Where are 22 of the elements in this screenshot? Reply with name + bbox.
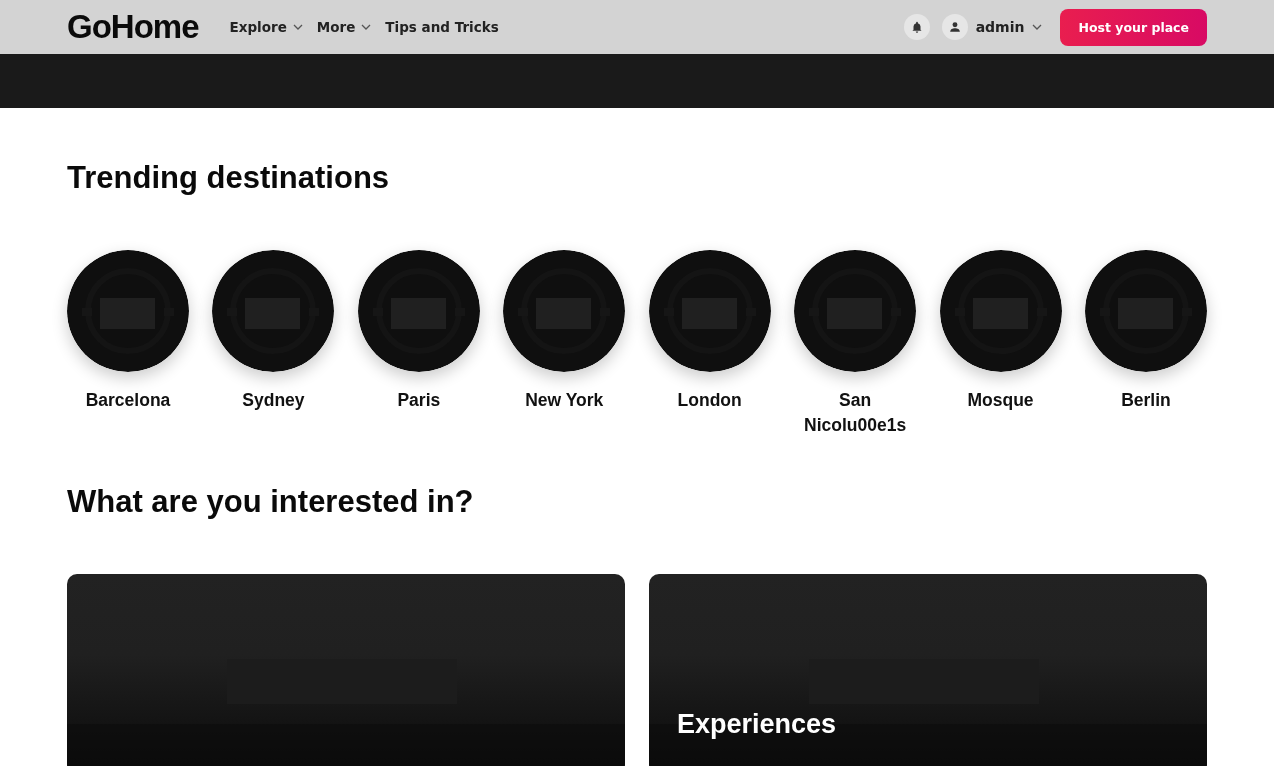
user-avatar-icon: [941, 14, 968, 40]
logo[interactable]: GoHome: [67, 8, 199, 46]
destination-name[interactable]: Sydney: [212, 388, 335, 413]
destination-name[interactable]: London: [648, 388, 771, 413]
nav-link[interactable]: Tips and Tricks: [385, 19, 499, 35]
destination-name[interactable]: Paris: [357, 388, 480, 413]
destination-name[interactable]: San Nicolu00e1s: [794, 388, 917, 438]
card-title[interactable]: Experiences: [677, 709, 837, 740]
destination-name[interactable]: Mosque: [939, 388, 1062, 413]
destination-name[interactable]: Berlin: [1084, 388, 1207, 413]
chevron-down-icon: [292, 24, 303, 30]
user-menu[interactable]: admin: [941, 14, 1043, 40]
section-title: Trending destinations: [67, 160, 391, 196]
destination-name[interactable]: New York: [503, 388, 626, 413]
notification-bell-icon[interactable]: [903, 14, 930, 40]
chevron-down-icon: [361, 24, 372, 30]
nav-link[interactable]: Explore: [229, 19, 303, 35]
chevron-down-icon: [1032, 24, 1043, 30]
host-your-place-button[interactable]: Host your place: [1060, 8, 1207, 46]
section-title: What are you interested in?: [67, 484, 475, 520]
destination-name[interactable]: Barcelona: [67, 388, 189, 413]
nav-link[interactable]: More: [316, 19, 372, 35]
